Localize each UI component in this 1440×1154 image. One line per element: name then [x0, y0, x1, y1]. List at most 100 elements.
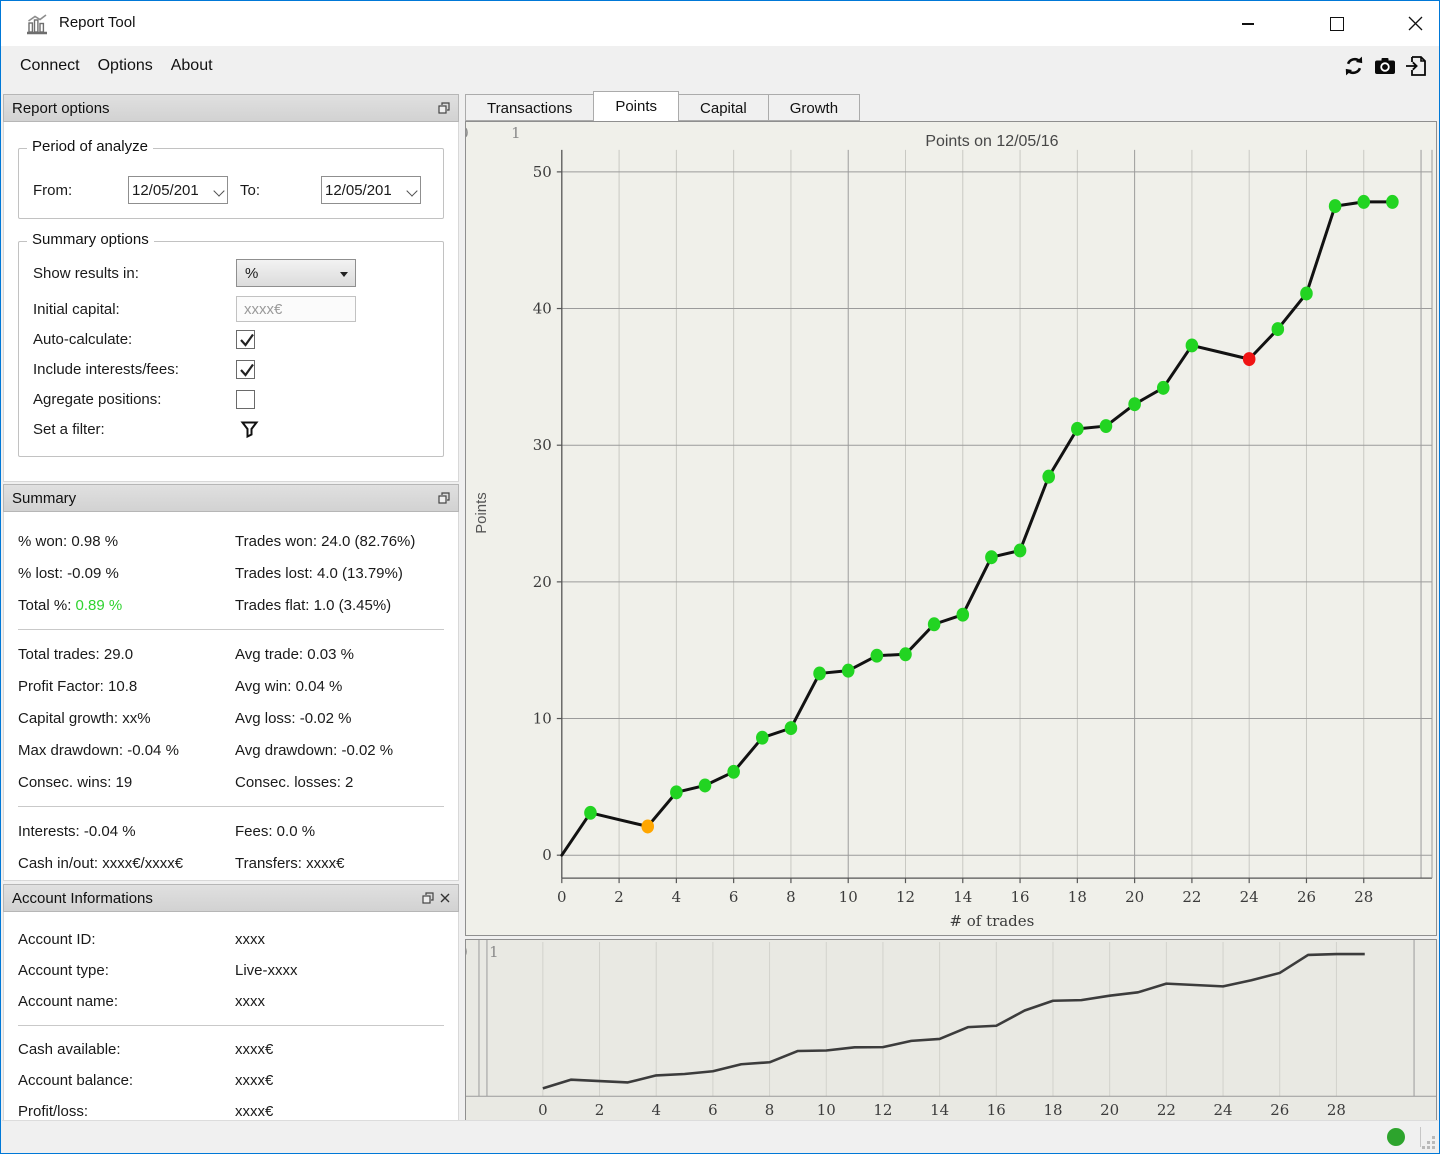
- screenshot-button[interactable]: [1372, 53, 1398, 79]
- initial-capital-field[interactable]: xxxx€: [236, 296, 356, 322]
- agregate-positions-checkbox[interactable]: [236, 389, 255, 409]
- svg-text:14: 14: [953, 888, 972, 906]
- auto-calculate-row: Auto-calculate:: [19, 324, 443, 354]
- minimize-button[interactable]: [1226, 1, 1270, 46]
- float-panel-button[interactable]: [438, 492, 450, 504]
- statusbar-separator: [1420, 1127, 1421, 1147]
- summary-options-groupbox: Summary options Show results in: % Initi…: [18, 231, 444, 457]
- trade-marker-win: [1300, 286, 1313, 301]
- account-row-label: Account ID:: [18, 931, 96, 948]
- refresh-icon: [1345, 56, 1363, 76]
- svg-text:2: 2: [595, 1101, 605, 1119]
- export-button[interactable]: [1403, 53, 1429, 79]
- account-row: Account name: xxxx: [4, 986, 458, 1017]
- trade-marker-loss: [1242, 352, 1256, 367]
- account-row: Cash available: xxxx€: [4, 1034, 458, 1065]
- initial-capital-label: Initial capital:: [33, 300, 120, 318]
- account-row-label: Account name:: [18, 993, 119, 1010]
- svg-text:4: 4: [672, 888, 682, 906]
- trade-marker-win: [985, 550, 998, 565]
- resize-grip[interactable]: [1422, 1136, 1435, 1149]
- account-informations-header[interactable]: Account Informations: [3, 884, 459, 912]
- divider: [18, 629, 444, 630]
- close-button[interactable]: [1393, 1, 1437, 46]
- report-options-title: Report options: [12, 99, 110, 117]
- report-options-header[interactable]: Report options: [3, 94, 459, 122]
- svg-text:10: 10: [817, 1101, 836, 1119]
- account-row: Account balance: xxxx€: [4, 1065, 458, 1096]
- trade-marker-win: [1156, 380, 1170, 395]
- float-panel-button[interactable]: [422, 892, 434, 904]
- x-axis-label: # of trades: [950, 912, 1035, 930]
- summary-left-cell: Profit Factor: 10.8: [18, 677, 138, 695]
- period-groupbox: Period of analyze From: 12/05/201 To: 12…: [18, 138, 444, 219]
- summary-left-cell: Max drawdown: -0.04 %: [18, 741, 179, 759]
- svg-text:12: 12: [896, 888, 915, 906]
- points-chart[interactable]: 0 2 4 6 8 10 12 14 16 18 20 22 24 26 2801020304050Poin…: [466, 122, 1436, 935]
- menu-item-about[interactable]: About: [162, 46, 222, 86]
- filter-button[interactable]: [240, 420, 259, 439]
- trade-marker-win: [756, 730, 769, 745]
- auto-calculate-checkbox[interactable]: [236, 329, 255, 349]
- menu-item-options[interactable]: Options: [89, 46, 162, 86]
- svg-text:22: 22: [1157, 1101, 1176, 1119]
- from-date-combobox[interactable]: 12/05/201: [128, 176, 228, 204]
- summary-left-cell: Cash in/out: xxxx€/xxxx€: [18, 854, 184, 872]
- account-row-value: xxxx€: [235, 1072, 274, 1089]
- show-results-combobox[interactable]: %: [236, 259, 356, 287]
- tab-transactions[interactable]: Transactions: [465, 94, 595, 121]
- trade-marker-win: [698, 778, 712, 793]
- tab-growth[interactable]: Growth: [767, 94, 861, 121]
- connection-status-indicator: [1387, 1128, 1405, 1146]
- camera-icon: [1375, 58, 1395, 74]
- close-panel-button[interactable]: [440, 893, 450, 903]
- svg-text:0: 0: [466, 124, 469, 142]
- from-label: From:: [33, 181, 73, 199]
- set-filter-label: Set a filter:: [33, 420, 105, 438]
- minimize-icon: [1242, 22, 1254, 25]
- svg-text:20: 20: [1125, 888, 1144, 906]
- chevron-down-icon: [406, 185, 418, 197]
- trade-marker-win: [813, 666, 826, 681]
- summary-title: Summary: [12, 489, 77, 507]
- account-row-value: xxxx€: [235, 1103, 274, 1120]
- trade-marker-win: [956, 607, 970, 622]
- from-date-value: 12/05/201: [132, 181, 199, 199]
- trade-marker-win: [841, 663, 855, 678]
- summary-left-cell: Total %: 0.89 %: [18, 596, 123, 614]
- tab-capital[interactable]: Capital: [678, 94, 769, 121]
- refresh-button[interactable]: [1341, 53, 1367, 79]
- toolbar: [1341, 53, 1429, 79]
- svg-text:26: 26: [1270, 1101, 1289, 1119]
- svg-text:24: 24: [1214, 1101, 1233, 1119]
- summary-row: Profit Factor: 10.8 Avg win: 0.04 %: [4, 670, 458, 702]
- summary-header[interactable]: Summary: [3, 484, 459, 512]
- svg-text:12: 12: [873, 1101, 892, 1119]
- summary-options-title: Summary options: [27, 231, 154, 248]
- content-area: Transactions Points Capital Growth 0 2 4 6 8 10 1…: [461, 86, 1439, 1123]
- trade-marker-win: [1271, 322, 1285, 337]
- maximize-button[interactable]: [1315, 1, 1359, 46]
- trade-marker-win: [1128, 397, 1141, 412]
- agregate-positions-row: Agregate positions:: [19, 384, 443, 414]
- to-date-combobox[interactable]: 12/05/201: [321, 176, 421, 204]
- agregate-positions-label: Agregate positions:: [33, 390, 162, 408]
- summary-right-cell: Transfers: xxxx€: [235, 854, 345, 872]
- include-interests-checkbox[interactable]: [236, 359, 255, 379]
- window-title: Report Tool: [59, 14, 136, 31]
- float-panel-button[interactable]: [438, 102, 450, 114]
- tab-points[interactable]: Points: [593, 91, 680, 121]
- trade-marker-win: [927, 617, 941, 632]
- summary-right-cell: Trades lost: 4.0 (13.79%): [235, 564, 403, 582]
- left-dock: Report options Period of analyze From: 1…: [3, 94, 459, 1123]
- menu-item-connect[interactable]: Connect: [11, 46, 89, 86]
- trade-marker-win: [727, 764, 740, 779]
- svg-text:28: 28: [1327, 1101, 1346, 1119]
- summary-body: % won: 0.98 % Trades won: 24.0 (82.76%)% …: [3, 512, 459, 881]
- maximize-icon: [1330, 16, 1344, 31]
- statusbar: [2, 1120, 1438, 1152]
- account-row: Profit/loss: xxxx€: [4, 1096, 458, 1122]
- svg-text:20: 20: [1100, 1101, 1119, 1119]
- overview-chart[interactable]: 010246810121416182022242628: [466, 940, 1436, 1122]
- points-line: [560, 200, 1394, 857]
